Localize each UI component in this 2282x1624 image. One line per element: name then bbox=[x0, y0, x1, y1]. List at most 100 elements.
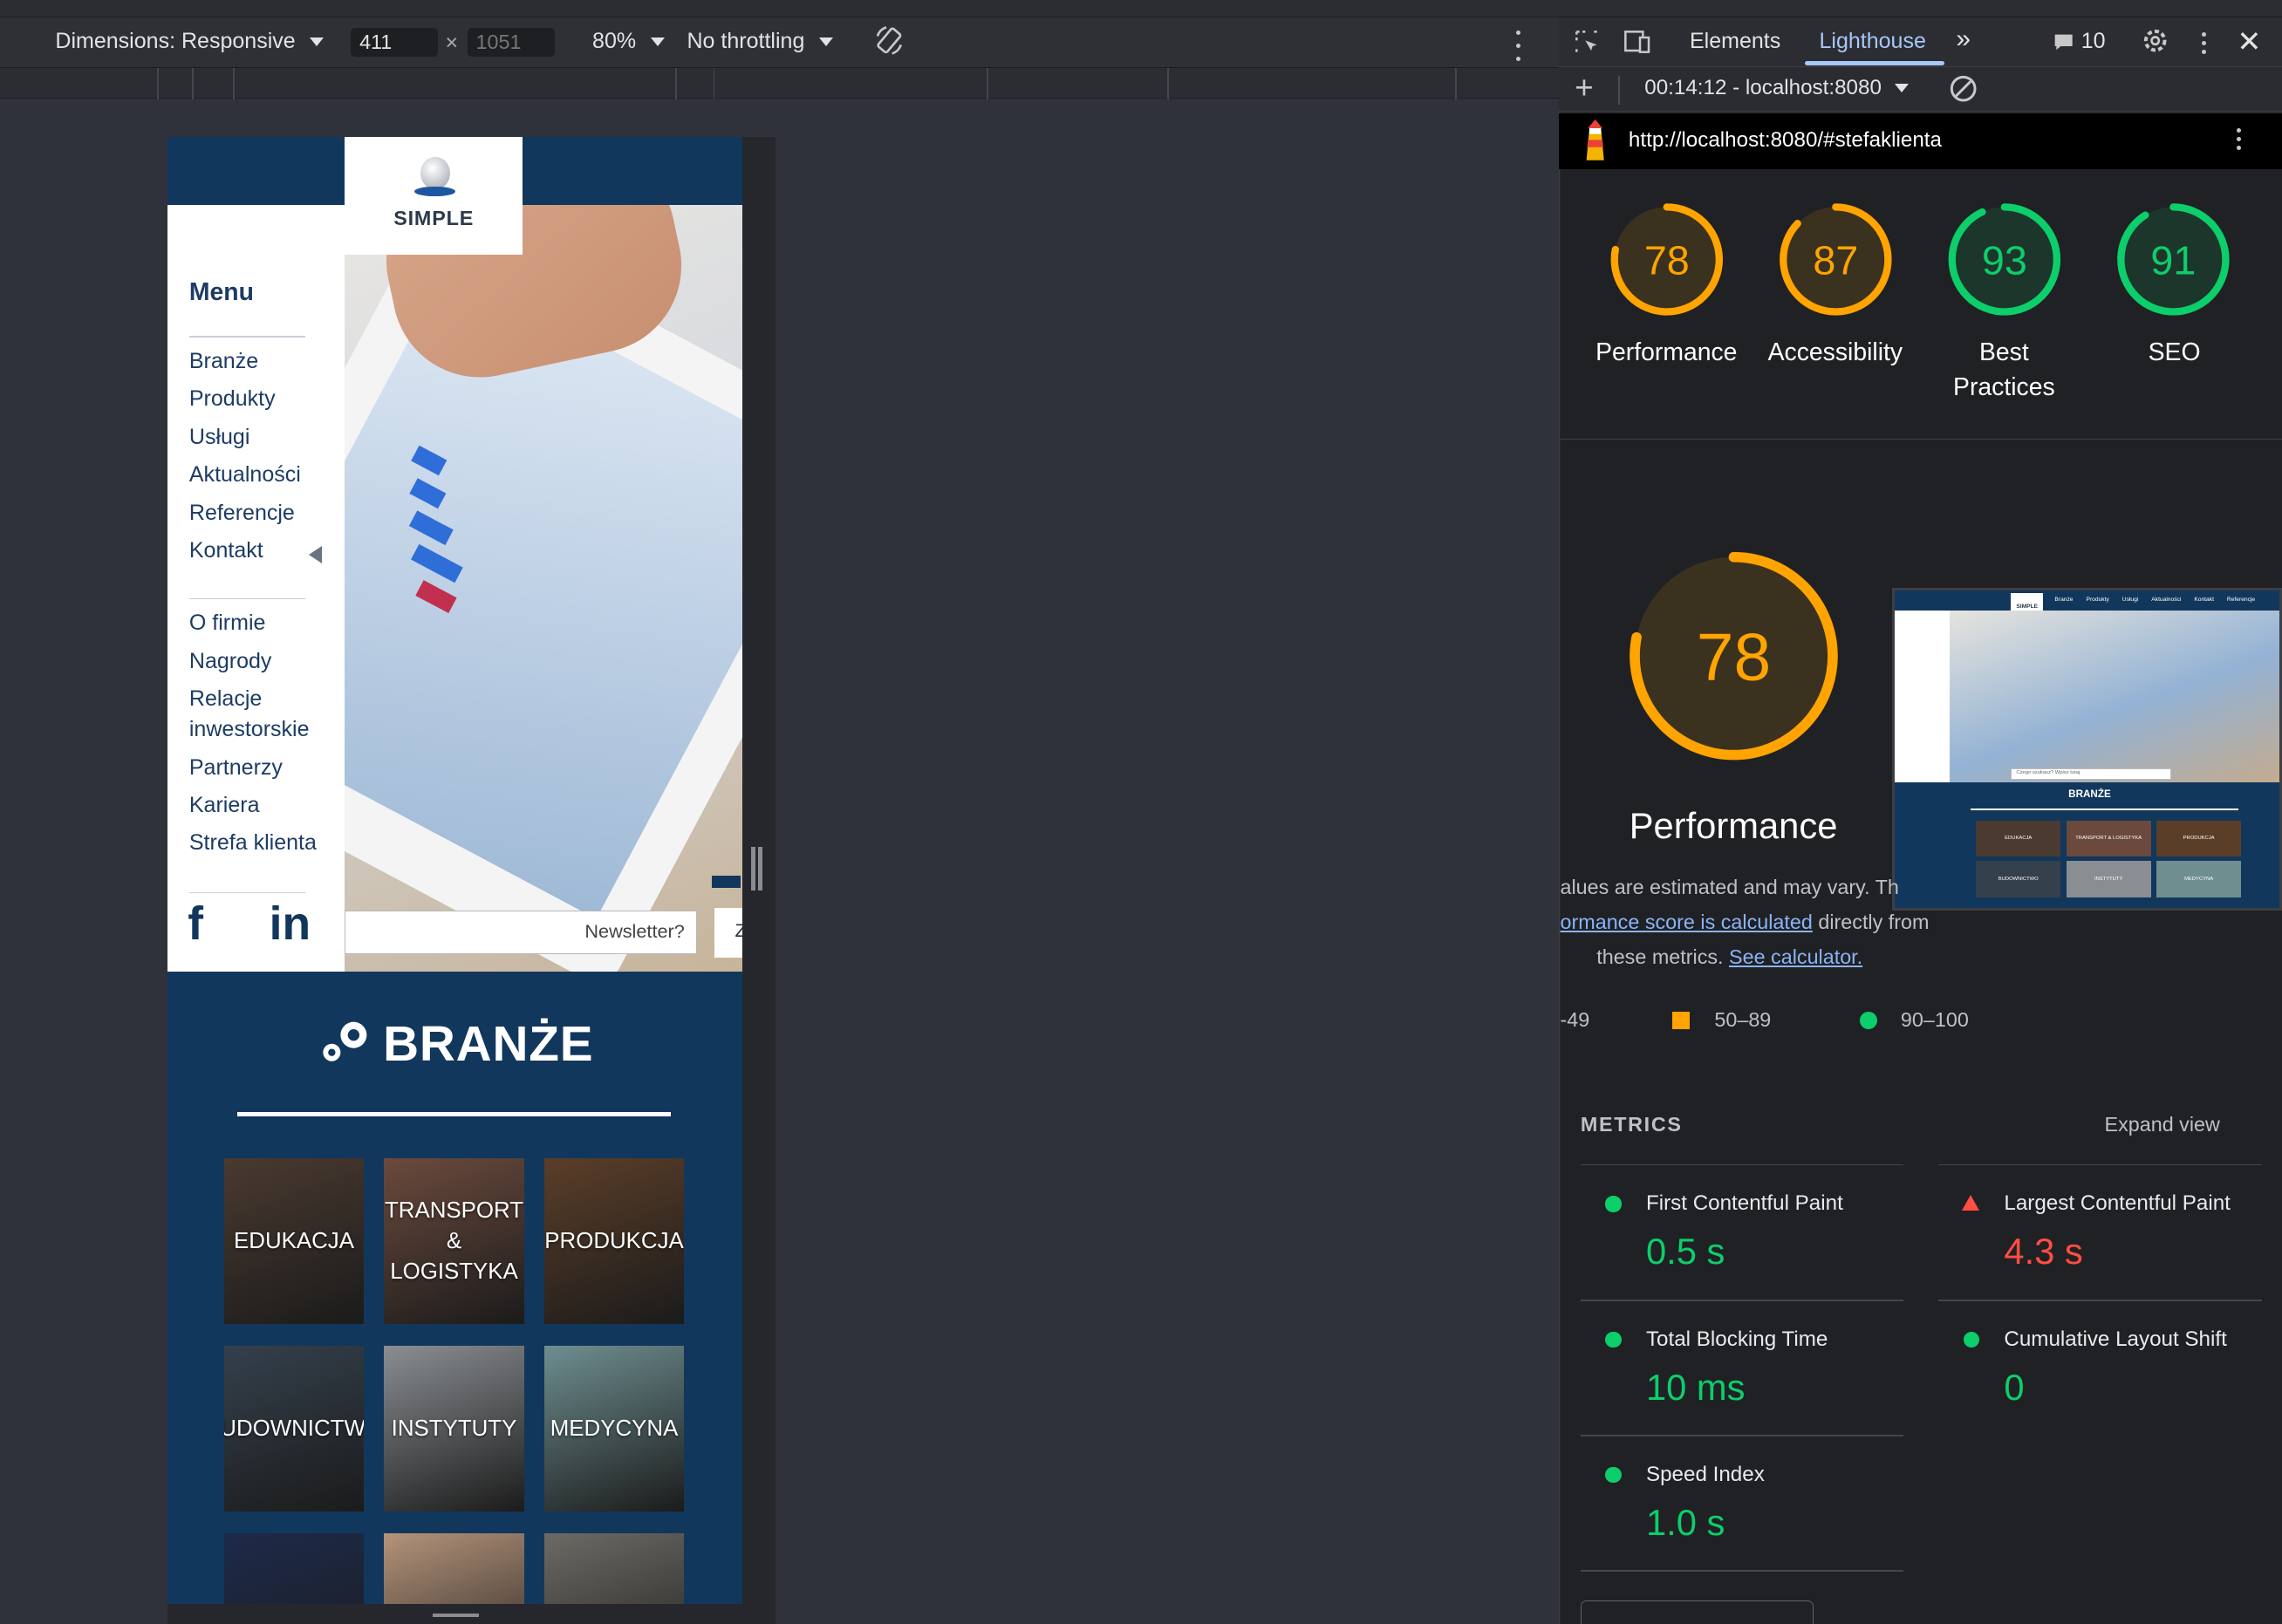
legend-average-square bbox=[1671, 1011, 1690, 1029]
report-url[interactable]: http://localhost:8080/#stefaklienta bbox=[1629, 128, 1942, 153]
menu-item-nagrody[interactable]: Nagrody bbox=[189, 646, 272, 677]
performance-heading: Performance bbox=[1629, 804, 1838, 846]
industry-tile[interactable]: BUDOWNICTWO bbox=[223, 1346, 365, 1512]
chevron-down-icon bbox=[1894, 83, 1909, 92]
gauge-seo-score: 91 bbox=[2150, 237, 2196, 283]
legend-average-range: 50–89 bbox=[1714, 1008, 1772, 1032]
devtools-tab-bar: Elements Lighthouse » 10 ✕ bbox=[1558, 17, 2282, 67]
industry-tile[interactable]: INSTYTUTY bbox=[384, 1346, 524, 1512]
menu-item-kariera[interactable]: Kariera bbox=[189, 790, 260, 821]
throttling-dropdown[interactable]: No throttling bbox=[687, 29, 834, 54]
metrics-title: METRICS bbox=[1580, 1113, 1683, 1136]
tab-elements[interactable]: Elements bbox=[1690, 29, 1780, 54]
new-report-icon[interactable]: + bbox=[1575, 70, 1593, 106]
more-tabs-icon[interactable]: » bbox=[1956, 24, 1971, 54]
metric-divider bbox=[1580, 1299, 1904, 1301]
industry-tile[interactable]: MEDYCYNA bbox=[543, 1346, 685, 1512]
menu-item-branze[interactable]: Branże bbox=[189, 346, 258, 377]
industry-tile[interactable]: PRODUKCJA bbox=[543, 1158, 685, 1325]
menu-item-kontakt[interactable]: Kontakt bbox=[189, 536, 263, 566]
window-top-strip bbox=[0, 0, 2282, 18]
gears-icon bbox=[323, 1022, 367, 1062]
industry-tile[interactable]: EDUKACJA bbox=[223, 1158, 365, 1325]
height-input[interactable]: 1051 bbox=[467, 27, 555, 58]
menu-item-uslugi[interactable]: Usługi bbox=[189, 422, 250, 453]
chevron-down-icon bbox=[310, 37, 325, 46]
report-selector[interactable]: 00:14:12 - localhost:8080 bbox=[1644, 76, 1909, 100]
more-options-icon[interactable] bbox=[1516, 31, 1521, 62]
industry-tile[interactable] bbox=[384, 1533, 524, 1604]
tab-lighthouse[interactable]: Lighthouse bbox=[1819, 29, 1925, 54]
lighthouse-logo-icon bbox=[1581, 119, 1609, 169]
view-treemap-button[interactable] bbox=[1580, 1600, 1814, 1624]
gauge-performance-large-score: 78 bbox=[1696, 621, 1770, 695]
thumbnail-nav-item: Usługi bbox=[2121, 596, 2139, 603]
metric-divider bbox=[1938, 1163, 2262, 1166]
width-input[interactable]: 411 bbox=[351, 27, 439, 58]
menu-item-produkty[interactable]: Produkty bbox=[189, 384, 276, 414]
collapse-arrow-icon[interactable] bbox=[308, 545, 322, 563]
menu-item-referencje[interactable]: Referencje bbox=[189, 498, 295, 529]
gauge-label-best-practices: Best Practices bbox=[1953, 338, 2055, 401]
settings-gear-icon[interactable] bbox=[2141, 26, 2169, 61]
zoom-dropdown[interactable]: 80% bbox=[592, 29, 665, 54]
media-query-ruler bbox=[0, 66, 1559, 100]
menu-item-aktualnosci[interactable]: Aktualności bbox=[189, 460, 301, 490]
menu-item-relacje[interactable]: Relacje inwestorskie bbox=[189, 684, 335, 745]
close-devtools-icon[interactable]: ✕ bbox=[2237, 24, 2261, 59]
thumbnail-tile: PRODUKCJA bbox=[2156, 820, 2241, 857]
expand-view-toggle[interactable]: Expand view bbox=[2105, 1113, 2220, 1136]
industry-tile-label: PRODUKCJA bbox=[544, 1228, 684, 1253]
rotate-icon[interactable] bbox=[873, 24, 905, 57]
industry-tile[interactable]: ADMINISTRACJA bbox=[543, 1533, 685, 1604]
chevron-down-icon bbox=[819, 37, 834, 46]
dimensions-dropdown[interactable]: Dimensions: Responsive bbox=[55, 29, 325, 54]
active-tab-indicator bbox=[1804, 61, 1944, 66]
metric-name: Total Blocking Time bbox=[1645, 1327, 1828, 1351]
clear-reports-icon[interactable] bbox=[1949, 74, 1978, 109]
devtools-menu-icon[interactable] bbox=[2202, 31, 2207, 54]
industry-tile-label: BUDOWNICTWO bbox=[224, 1416, 365, 1441]
linkedin-icon[interactable]: in bbox=[270, 897, 311, 951]
menu-item-strefa-klienta[interactable]: Strefa klienta bbox=[189, 828, 317, 858]
industry-tile[interactable] bbox=[223, 1533, 365, 1604]
side-menu: Menu Branże Produkty Usługi Aktualności … bbox=[167, 205, 345, 972]
dimensions-label: Dimensions: Responsive bbox=[55, 29, 296, 54]
device-toggle-icon[interactable] bbox=[1623, 29, 1651, 61]
menu-item-o-firmie[interactable]: O firmie bbox=[189, 608, 266, 638]
thumbnail-tile: EDUKACJA bbox=[1976, 820, 2061, 857]
see-calculator-link[interactable]: See calculator. bbox=[1729, 945, 1862, 968]
pass-circle-icon bbox=[1605, 1466, 1622, 1484]
message-icon bbox=[2054, 34, 2073, 51]
metric-name: First Contentful Paint bbox=[1645, 1191, 1843, 1216]
device-toolbar: Dimensions: Responsive 411 × 1051 80% No… bbox=[0, 17, 1559, 67]
branze-heading: BRANŻE bbox=[167, 1016, 742, 1073]
viewport-bottom-handle[interactable] bbox=[167, 1603, 776, 1624]
metric-divider bbox=[1580, 1570, 1904, 1572]
score-calculation-link[interactable]: ormance score is calculated bbox=[1561, 911, 1813, 933]
metric-value: 0.5 s bbox=[1645, 1231, 1725, 1273]
score-gauges: 78 87 93 91 Performance Accessibility Best … bbox=[1560, 168, 2282, 440]
industry-tile-label: TRANSPORT & LOGISTYKA bbox=[385, 1198, 524, 1284]
performance-gauge-large: 78 bbox=[1629, 552, 1838, 761]
industry-tile[interactable]: TRANSPORT & LOGISTYKA bbox=[384, 1158, 524, 1325]
newsletter-input[interactable]: Newsletter? bbox=[345, 911, 698, 955]
metric-name: Speed Index bbox=[1645, 1462, 1765, 1486]
metric-divider bbox=[1580, 1435, 1904, 1436]
report-menu-icon[interactable] bbox=[2237, 127, 2242, 150]
inspect-element-icon[interactable] bbox=[1574, 29, 1600, 61]
report-selector-label: 00:14:12 - localhost:8080 bbox=[1644, 75, 1882, 99]
menu-item-partnerzy[interactable]: Partnerzy bbox=[189, 753, 283, 783]
issues-counter[interactable]: 10 bbox=[2053, 29, 2106, 54]
legend-pass-range: 90–100 bbox=[1900, 1008, 1969, 1032]
times-sign: × bbox=[445, 31, 459, 56]
metric-value: 0 bbox=[2004, 1366, 2025, 1408]
facebook-icon[interactable]: f bbox=[188, 897, 203, 951]
logo-text: SIMPLE bbox=[393, 206, 475, 229]
page-screenshot-thumbnail: SIMPLE Branże Produkty Usługi Aktualności Ko… bbox=[1891, 588, 2282, 911]
industry-tile-label: INSTYTUTY bbox=[391, 1416, 517, 1441]
site-logo[interactable]: SIMPLE bbox=[345, 136, 523, 255]
newsletter-submit-button[interactable]: Z bbox=[714, 908, 742, 958]
score-description-line2: ormance score is calculated directly fro… bbox=[1560, 911, 1930, 934]
metric-name: Largest Contentful Paint bbox=[2004, 1191, 2231, 1216]
